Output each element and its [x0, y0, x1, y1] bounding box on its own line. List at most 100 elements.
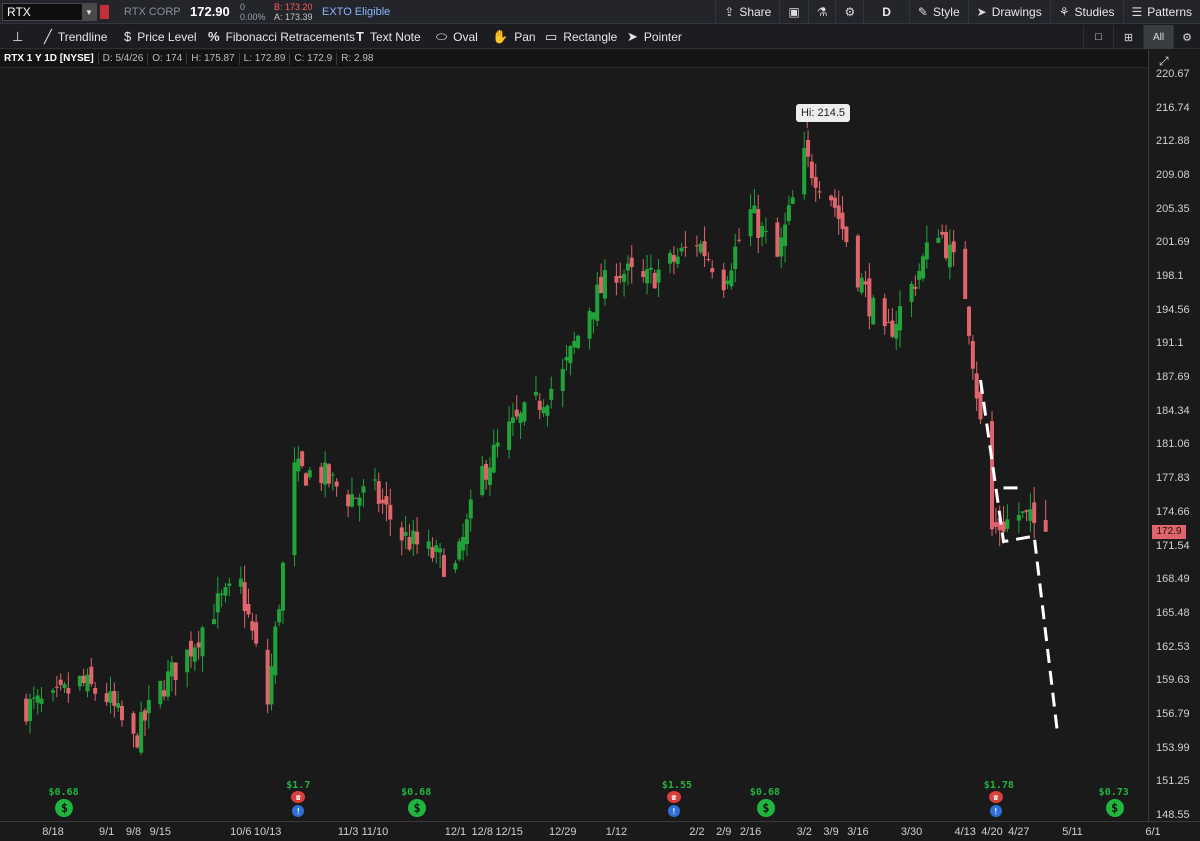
- date-axis[interactable]: 8/18 9/1 9/8 9/15 10/6 10/13 11/3 11/10 12/1 12/8…: [0, 821, 1200, 841]
- candle-up: [1016, 515, 1021, 521]
- patterns-button[interactable]: ☰ Patterns: [1122, 0, 1200, 24]
- candle-up: [426, 541, 431, 549]
- candle-up: [31, 697, 36, 699]
- oval-tool[interactable]: ⬭ Oval: [436, 29, 478, 45]
- price-tick-label: 184.34: [1156, 404, 1190, 417]
- axis-scale-icon[interactable]: ⤢: [1159, 54, 1169, 69]
- dividend-icon[interactable]: $: [1105, 799, 1124, 817]
- candle-up: [495, 442, 500, 447]
- exto-eligible-badge[interactable]: EXTO Eligible: [322, 6, 390, 18]
- candle-down: [702, 241, 707, 257]
- fibonacci-tool[interactable]: % Fibonacci Retracements: [208, 29, 355, 44]
- earnings-call-icon[interactable]: ☎: [666, 791, 681, 803]
- top-bar: RTX ▼ RTX CORP 172.90 0 0.00% B: 173.20 …: [0, 0, 1200, 24]
- candle-up: [679, 247, 684, 252]
- text-note-tool[interactable]: T Text Note: [356, 29, 421, 44]
- candle-up: [372, 479, 377, 481]
- price-chart[interactable]: [0, 68, 1148, 821]
- aggregation-button[interactable]: D: [863, 0, 909, 24]
- dividend-label[interactable]: $0.68: [48, 787, 78, 798]
- candle-down: [54, 686, 59, 688]
- candle-up: [158, 680, 163, 705]
- candle-up: [909, 283, 914, 302]
- symbol-dropdown-icon[interactable]: ▼: [82, 4, 96, 20]
- grid-view-button[interactable]: ⊞: [1113, 25, 1143, 49]
- candle-up: [1028, 509, 1033, 521]
- dividend-label[interactable]: $0.68: [750, 787, 780, 798]
- candle-down: [737, 239, 742, 241]
- date-tick-label: 1/12: [605, 826, 628, 838]
- dividend-label[interactable]: $0.68: [401, 787, 431, 798]
- candle-up: [491, 444, 496, 473]
- candle-up: [698, 243, 703, 253]
- studies-button[interactable]: ⚘ Studies: [1049, 0, 1123, 24]
- all-button[interactable]: All: [1143, 25, 1173, 49]
- candle-up: [85, 674, 90, 692]
- date-tick-label: 6/1: [1145, 826, 1161, 838]
- price-level-tool[interactable]: $ Price Level: [124, 29, 197, 44]
- earnings-label[interactable]: $1.78: [984, 780, 1014, 791]
- candle-up: [330, 474, 335, 476]
- symbol-text: RTX: [7, 5, 31, 19]
- candle-down: [882, 298, 887, 327]
- share-button[interactable]: ⇪ Share: [715, 0, 779, 24]
- candle-up: [116, 703, 121, 708]
- price-tick-label: 220.67: [1156, 68, 1190, 80]
- earnings-info-icon[interactable]: !: [667, 805, 680, 817]
- earnings-info-icon[interactable]: !: [989, 805, 1002, 817]
- date-tick-label: 12/1: [444, 826, 467, 838]
- drawings-button[interactable]: ➤ Drawings: [967, 0, 1050, 24]
- candle-up: [541, 407, 546, 414]
- style-button[interactable]: ✎ Style: [908, 0, 968, 24]
- candle-down: [399, 527, 404, 541]
- price-tick-label: 209.08: [1156, 169, 1190, 182]
- candle-up: [779, 237, 784, 257]
- single-view-button[interactable]: □: [1083, 25, 1113, 49]
- earnings-label[interactable]: $1.7: [286, 780, 310, 791]
- trendline-tool[interactable]: ╱ Trendline: [44, 29, 107, 45]
- candle-up: [898, 306, 903, 331]
- candle-down: [832, 197, 837, 208]
- dividend-icon[interactable]: $: [756, 799, 775, 817]
- date-tick-label: 12/15: [495, 826, 523, 838]
- chart-settings-button[interactable]: ⚙: [1173, 25, 1200, 49]
- candle-down: [388, 504, 393, 520]
- snapshot-button[interactable]: ▣: [779, 0, 807, 24]
- date-tick-label: 4/20: [981, 826, 1003, 838]
- candle-down: [993, 522, 998, 527]
- pan-tool[interactable]: ✋ Pan: [492, 29, 536, 45]
- net-change: 0 0.00%: [240, 2, 266, 22]
- settings-button[interactable]: ⚙: [835, 0, 863, 24]
- info-date: D: 5/4/26: [99, 52, 149, 65]
- candle-up: [323, 462, 328, 485]
- candle-down: [756, 209, 761, 238]
- rectangle-icon: ▭: [545, 29, 558, 44]
- date-tick-label: 11/3: [337, 826, 359, 838]
- pin-tool[interactable]: ⊥: [12, 29, 23, 45]
- earnings-call-icon[interactable]: ☎: [988, 791, 1003, 803]
- symbol-input[interactable]: RTX ▼: [2, 3, 97, 21]
- dividend-icon[interactable]: $: [408, 799, 427, 817]
- earnings-label[interactable]: $1.55: [662, 780, 692, 791]
- candle-up: [802, 148, 807, 195]
- candle-up: [568, 346, 573, 364]
- pointer-tool[interactable]: ➤ Pointer: [627, 29, 682, 45]
- candle-down: [24, 698, 29, 722]
- candle-up: [522, 402, 527, 422]
- candle-up: [238, 578, 243, 587]
- price-axis[interactable]: ⤢ 220.67 216.74 212.88 209.08 205.35 201.69 19…: [1148, 50, 1200, 821]
- flag-icon[interactable]: [100, 5, 109, 19]
- flask-button[interactable]: ⚗: [807, 0, 836, 24]
- dividend-label[interactable]: $0.73: [1099, 787, 1129, 798]
- candle-down: [844, 226, 849, 243]
- candle-up: [165, 671, 170, 697]
- candle-up: [790, 197, 795, 204]
- candle-up: [564, 356, 569, 361]
- rectangle-tool[interactable]: ▭ Rectangle: [545, 29, 617, 45]
- candle-up: [169, 662, 174, 677]
- candle-up: [349, 494, 354, 507]
- candle-up: [595, 284, 600, 321]
- candle-down: [104, 693, 109, 702]
- text-icon: T: [356, 29, 364, 44]
- candle-up: [549, 388, 554, 400]
